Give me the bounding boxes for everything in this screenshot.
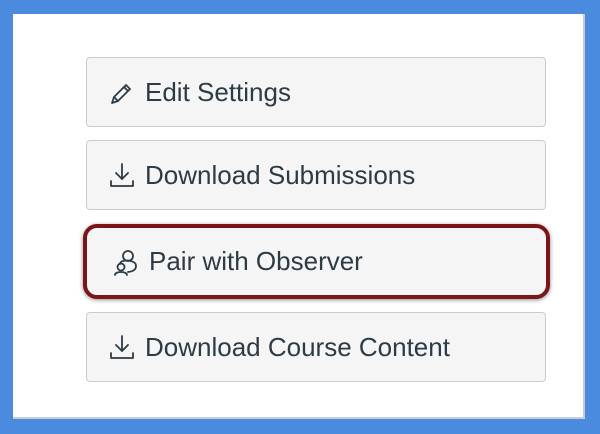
pair-with-observer-label: Pair with Observer (149, 246, 363, 276)
edit-settings-label: Edit Settings (145, 76, 291, 107)
screenshot-frame: Edit Settings Download Submissions Pair … (0, 0, 600, 434)
download-submissions-button[interactable]: Download Submissions (86, 140, 546, 210)
observer-icon (111, 247, 141, 277)
pencil-icon (107, 77, 137, 107)
download-icon (107, 160, 137, 190)
download-course-content-label: Download Course Content (145, 331, 450, 362)
download-icon (107, 332, 137, 362)
sidebar-actions-panel: Edit Settings Download Submissions Pair … (13, 14, 585, 419)
download-course-content-button[interactable]: Download Course Content (86, 312, 546, 382)
download-submissions-label: Download Submissions (145, 159, 416, 190)
pair-with-observer-button[interactable]: Pair with Observer (83, 224, 550, 299)
edit-settings-button[interactable]: Edit Settings (86, 57, 546, 127)
